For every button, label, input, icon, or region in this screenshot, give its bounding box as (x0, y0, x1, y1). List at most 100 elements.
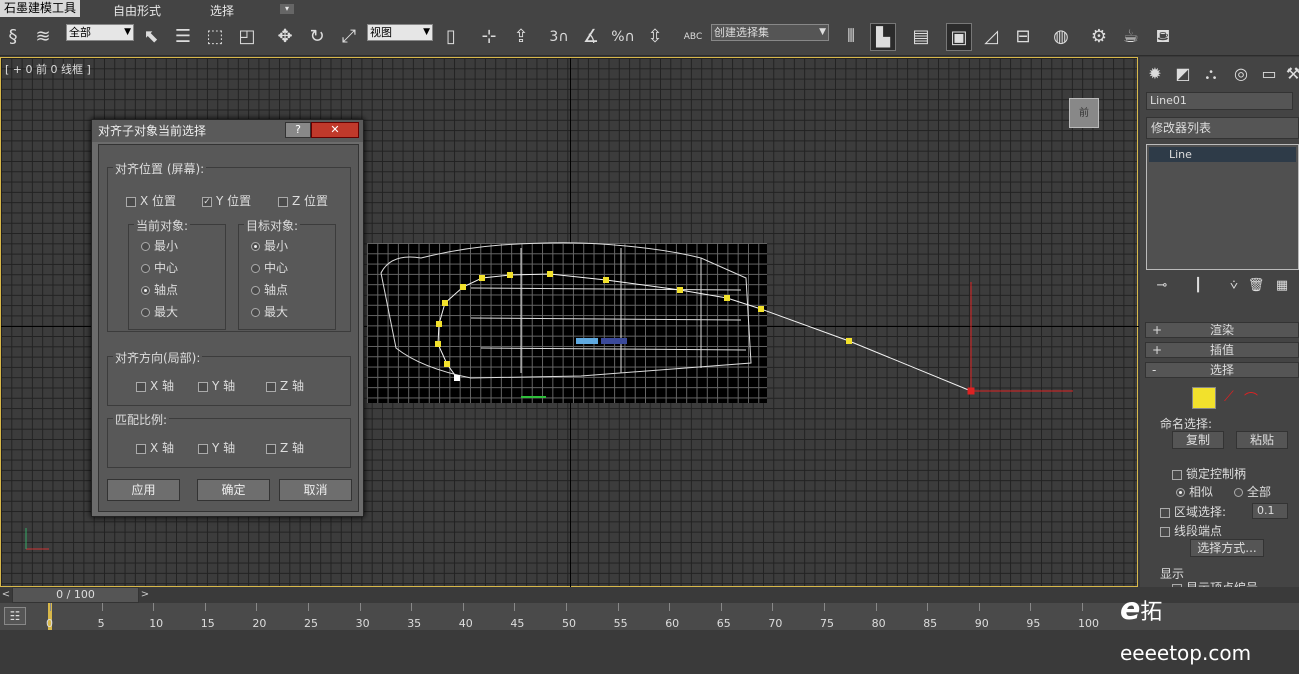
orient-y-checkbox[interactable]: Y 轴 (198, 377, 235, 394)
rendered-frame-icon[interactable]: ☕ (1118, 23, 1144, 51)
menu-selection[interactable]: 选择 (210, 2, 234, 19)
copy-button[interactable]: 复制 (1172, 431, 1224, 449)
mirror-icon[interactable]: ⫴ (838, 23, 864, 51)
close-button[interactable]: ✕ (311, 122, 359, 138)
segment-end-checkbox[interactable]: 线段端点 (1160, 522, 1222, 539)
remove-modifier-icon[interactable]: 🗑 (1246, 278, 1266, 296)
scale-y-checkbox[interactable]: Y 轴 (198, 439, 235, 456)
display-tab-icon[interactable]: ▭ (1258, 63, 1280, 85)
target-pivot-radio[interactable]: 轴点 (251, 281, 288, 298)
all-radio[interactable]: 全部 (1234, 483, 1271, 500)
vertex[interactable] (724, 295, 730, 301)
z-position-checkbox[interactable]: Z 位置 (278, 192, 328, 209)
current-max-radio[interactable]: 最大 (141, 303, 178, 320)
link-icon[interactable]: § (0, 23, 26, 51)
target-center-radio[interactable]: 中心 (251, 259, 288, 276)
layer-manager-icon[interactable]: ▤ (908, 23, 934, 51)
object-name-field[interactable]: Line01 (1146, 92, 1293, 110)
create-tab-icon[interactable]: ✹ (1144, 63, 1166, 85)
select-object-icon[interactable]: ⬉ (138, 23, 164, 51)
vertex[interactable] (603, 277, 609, 283)
target-max-radio[interactable]: 最大 (251, 303, 288, 320)
vertex[interactable] (507, 272, 513, 278)
current-min-radio[interactable]: 最小 (141, 237, 178, 254)
prev-frame-icon[interactable]: < (0, 587, 12, 603)
vertex-level-icon[interactable] (1192, 387, 1216, 409)
curve-editor-icon[interactable]: ◿ (978, 23, 1004, 51)
segment-level-icon[interactable]: ⟋ (1224, 389, 1234, 405)
rollout-selection[interactable]: - 选择 (1145, 362, 1299, 378)
current-pivot-radio[interactable]: 轴点 (141, 281, 178, 298)
current-center-radio[interactable]: 中心 (141, 259, 178, 276)
pin-stack-icon[interactable]: ⊸ (1152, 278, 1172, 296)
stack-item-line[interactable]: Line (1149, 147, 1296, 162)
named-selection-dropdown[interactable]: 创建选择集 ▼ (711, 24, 829, 41)
vertex[interactable] (547, 271, 553, 277)
menu-graphite-modeling[interactable]: 石墨建模工具 (0, 0, 81, 17)
lock-handles-checkbox[interactable]: 锁定控制柄 (1172, 465, 1246, 482)
modifier-list-dropdown[interactable]: 修改器列表 (1146, 117, 1299, 139)
x-position-checkbox[interactable]: X 位置 (126, 192, 176, 209)
snap-3d-icon[interactable]: 3∩ (546, 23, 572, 51)
rollout-interpolation[interactable]: + 插值 (1145, 342, 1299, 358)
material-editor-icon[interactable]: ◍ (1048, 23, 1074, 51)
orient-x-checkbox[interactable]: X 轴 (136, 377, 174, 394)
pivot-gizmo[interactable] (967, 282, 1073, 395)
make-unique-icon[interactable]: ⩒ (1224, 278, 1244, 296)
select-by-button[interactable]: 选择方式... (1190, 539, 1264, 557)
render-setup-icon[interactable]: ⚙ (1086, 23, 1112, 51)
cancel-button[interactable]: 取消 (279, 479, 352, 501)
selection-filter-dropdown[interactable]: 全部 ▼ (66, 24, 134, 41)
move-icon[interactable]: ✥ (272, 23, 298, 51)
vertex[interactable] (460, 284, 466, 290)
graphite-tools-icon[interactable]: ▣ (946, 23, 972, 51)
vertex[interactable] (846, 338, 852, 344)
render-production-icon[interactable]: ⛾ (1150, 23, 1176, 51)
spline-level-icon[interactable]: ⌒ (1244, 389, 1258, 409)
percent-snap-icon[interactable]: %∩ (610, 23, 636, 51)
first-vertex[interactable] (454, 375, 460, 381)
scale-z-checkbox[interactable]: Z 轴 (266, 439, 304, 456)
menu-expand-icon[interactable]: ▾ (280, 4, 294, 14)
spinner-snap-icon[interactable]: ⇳ (642, 23, 668, 51)
y-position-checkbox[interactable]: ✓ Y 位置 (202, 192, 251, 209)
bind-spacewarp-icon[interactable]: ≋ (30, 23, 56, 51)
pivot-center-icon[interactable]: ▯ (438, 23, 464, 51)
hierarchy-tab-icon[interactable]: ⛬ (1200, 63, 1222, 85)
modify-tab-icon[interactable]: ◩ (1172, 63, 1194, 85)
show-end-result-icon[interactable]: ┃ (1188, 278, 1208, 296)
modifier-stack[interactable]: Line (1146, 144, 1299, 270)
vertex[interactable] (436, 321, 442, 327)
vertex[interactable] (479, 275, 485, 281)
configure-sets-icon[interactable]: ▦ (1272, 278, 1292, 296)
help-button[interactable]: ? (285, 122, 311, 138)
vertex[interactable] (442, 300, 448, 306)
motion-tab-icon[interactable]: ◎ (1230, 63, 1252, 85)
area-selection-spinner[interactable]: 0.1 (1252, 503, 1288, 519)
mini-curve-editor-icon[interactable]: ☷ (4, 607, 26, 625)
angle-snap-icon[interactable]: ∡ (578, 23, 604, 51)
scale-icon[interactable]: ⤢ (336, 23, 362, 51)
next-frame-icon[interactable]: > (139, 587, 151, 603)
scale-x-checkbox[interactable]: X 轴 (136, 439, 174, 456)
select-manipulate-icon[interactable]: ⊹ (476, 23, 502, 51)
vertex[interactable] (758, 306, 764, 312)
schematic-view-icon[interactable]: ⊟ (1010, 23, 1036, 51)
orient-z-checkbox[interactable]: Z 轴 (266, 377, 304, 394)
line01-spline[interactable] (437, 273, 972, 392)
align-icon[interactable]: ▙ (870, 23, 896, 51)
window-crossing-icon[interactable]: ◰ (234, 23, 260, 51)
menu-freeform[interactable]: 自由形式 (113, 2, 161, 19)
target-min-radio[interactable]: 最小 (251, 237, 288, 254)
keyboard-shortcut-icon[interactable]: ⇪ (508, 23, 534, 51)
track-bar[interactable]: ☷ 0 5 10 15 20 25 30 35 40 45 50 55 60 65 70 75 80 85 90 95… (0, 603, 1299, 630)
time-slider[interactable]: 0 / 100 (12, 587, 139, 603)
select-by-name-icon[interactable]: ☰ (170, 23, 196, 51)
rect-selection-icon[interactable]: ⬚ (202, 23, 228, 51)
utilities-tab-icon[interactable]: ⚒ (1282, 63, 1299, 85)
area-selection-checkbox[interactable]: 区域选择: (1160, 503, 1226, 520)
ok-button[interactable]: 确定 (197, 479, 270, 501)
vertex[interactable] (677, 287, 683, 293)
rotate-icon[interactable]: ↻ (304, 23, 330, 51)
ref-coord-dropdown[interactable]: 视图 ▼ (367, 24, 433, 41)
